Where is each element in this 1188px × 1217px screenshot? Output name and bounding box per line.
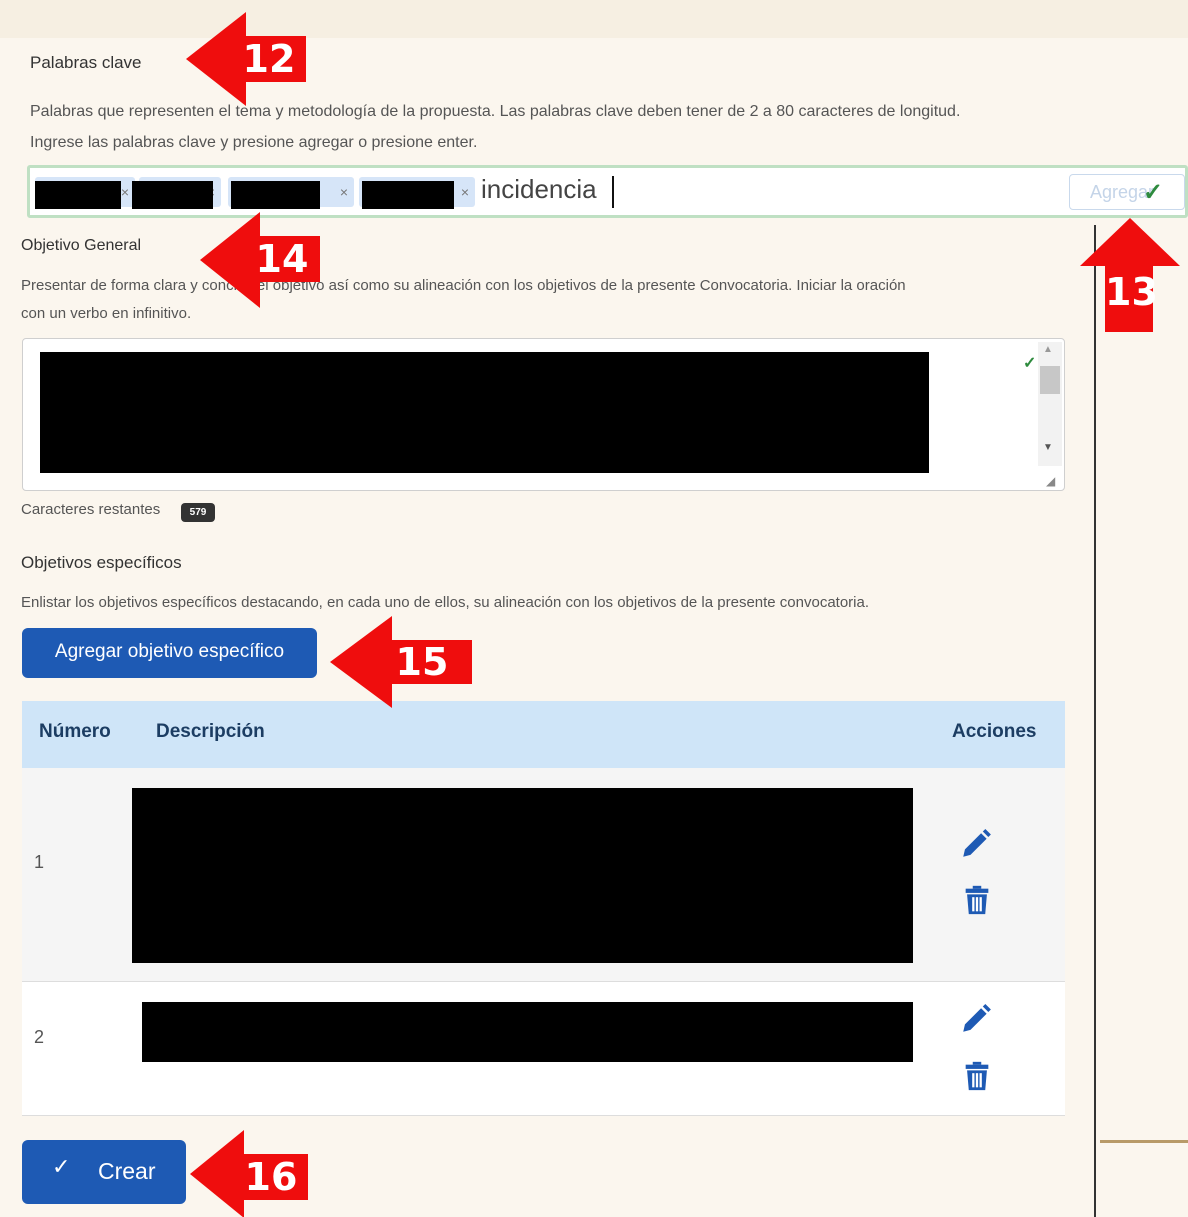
text-caret <box>612 176 614 208</box>
column-header-number: Número <box>39 721 111 742</box>
add-keyword-button[interactable]: Agregar <box>1069 174 1185 210</box>
annotation-label-13: 13 <box>1105 264 1158 332</box>
background-decoration <box>1100 1140 1188 1143</box>
chars-remaining-label: Caracteres restantes <box>21 501 161 518</box>
annotation-label-12: 12 <box>232 36 306 82</box>
keywords-title: Palabras clave <box>30 53 142 72</box>
column-header-actions: Acciones <box>952 721 1037 742</box>
column-header-description: Descripción <box>156 721 265 742</box>
chip-remove-icon[interactable]: × <box>121 177 129 207</box>
checkmark-icon: ✓ <box>52 1154 71 1179</box>
redacted-objective-text <box>40 352 929 473</box>
valid-check-icon: ✓ <box>1143 179 1164 206</box>
valid-check-icon: ✓ <box>1023 355 1037 372</box>
redacted-keyword <box>132 181 213 209</box>
scroll-down-icon[interactable]: ▼ <box>1043 442 1053 453</box>
trash-icon[interactable] <box>960 883 994 917</box>
annotation-arrow-up-icon <box>1080 218 1180 266</box>
chip-remove-icon[interactable]: × <box>340 177 348 207</box>
redacted-keyword <box>231 181 320 209</box>
keywords-description-line1: Palabras que representen el tema y metod… <box>30 103 961 120</box>
general-objective-description-line1: Presentar de forma clara y concisa el ob… <box>21 277 906 294</box>
keywords-description-line2: Ingrese las palabras clave y presione ag… <box>30 134 478 151</box>
redacted-description <box>142 1002 913 1062</box>
chars-remaining-badge: 579 <box>181 503 215 522</box>
add-specific-objective-button[interactable]: Agregar objetivo específico <box>22 628 317 678</box>
resize-handle-icon[interactable]: ◢ <box>1046 474 1055 488</box>
annotation-label-16: 16 <box>234 1154 308 1200</box>
specific-objectives-title: Objetivos específicos <box>21 553 182 572</box>
edit-pencil-icon[interactable] <box>959 827 993 861</box>
top-background-strip <box>0 0 1188 38</box>
keywords-typed-text: incidencia <box>481 174 597 204</box>
scrollbar-thumb[interactable] <box>1040 366 1060 394</box>
annotation-label-15: 15 <box>372 640 472 684</box>
row-number: 1 <box>34 852 45 872</box>
row-number: 2 <box>34 1027 45 1047</box>
redacted-description <box>132 788 913 963</box>
chip-remove-icon[interactable]: × <box>461 177 469 207</box>
create-button-label: Crear <box>98 1158 156 1184</box>
edit-pencil-icon[interactable] <box>959 1002 993 1036</box>
redacted-keyword <box>362 181 454 209</box>
create-button[interactable]: ✓ Crear <box>22 1140 186 1204</box>
general-objective-description-line2: con un verbo en infinitivo. <box>21 305 192 322</box>
general-objective-title: Objetivo General <box>21 237 142 254</box>
panel-divider <box>1094 225 1096 1217</box>
redacted-keyword <box>35 181 121 209</box>
annotation-label-14: 14 <box>244 236 320 282</box>
trash-icon[interactable] <box>960 1059 994 1093</box>
scroll-up-icon[interactable]: ▲ <box>1043 344 1053 355</box>
specific-objectives-description: Enlistar los objetivos específicos desta… <box>21 594 870 611</box>
